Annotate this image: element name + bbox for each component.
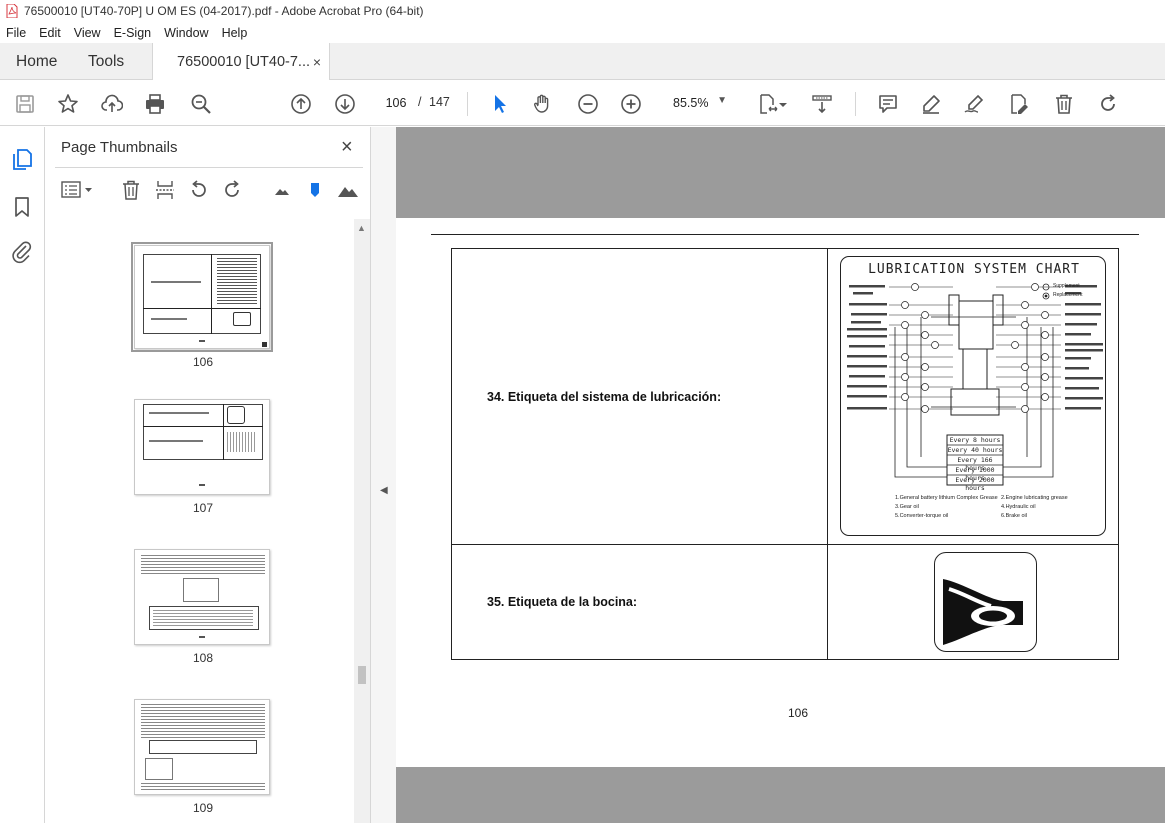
page-thumbnail[interactable] [134,399,270,495]
chevron-down-icon: ▼ [717,95,727,106]
print-icon[interactable] [143,92,167,116]
tab-close-icon[interactable]: × [313,54,321,70]
page-header-rule [431,234,1139,235]
tab-bar: Home Tools 76500010 [UT40-7... × [0,43,1165,81]
sign-fill-icon[interactable] [962,92,986,116]
legend-replacement: Replacement [1053,292,1083,298]
zoom-search-icon[interactable] [189,92,213,116]
menu-bar: File Edit View E-Sign Window Help [0,22,1165,43]
zoom-out-icon[interactable] [576,92,600,116]
tab-document[interactable]: 76500010 [UT40-7... × [152,43,330,81]
rotate-icon[interactable] [1096,92,1120,116]
window-title: 76500010 [UT40-70P] U OM ES (04-2017).pd… [24,4,424,18]
delete-pages-trash-icon[interactable] [120,179,142,201]
page-thumbnail[interactable] [134,699,270,795]
scrollbar-thumb[interactable] [358,666,366,684]
hand-tool-icon[interactable] [531,92,555,116]
panel-splitter[interactable]: ◀ [371,127,396,823]
zoom-in-icon[interactable] [619,92,643,116]
table-divider [827,249,828,659]
legend-supplement: Supplement [1053,283,1080,289]
thumbnail-page-label: 108 [192,651,214,665]
rotate-clockwise-icon[interactable] [221,179,243,201]
interval-row: Every 40 hours [947,446,1003,454]
collapse-panel-arrow-icon[interactable]: ◀ [380,485,388,496]
page-thumbnails-icon[interactable] [10,147,34,171]
acrobat-pdf-icon [6,3,18,19]
zoom-level-value: 85.5% [673,96,709,110]
star-bookmark-icon[interactable] [56,92,80,116]
next-page-icon[interactable] [333,92,357,116]
interval-row: Every 8 hours [949,436,1001,444]
toolbar-divider [467,92,468,116]
extract-pages-icon[interactable] [154,179,176,201]
thumbnail-size-small-icon[interactable] [271,179,293,201]
page-thumbnails-panel: Page Thumbnails × 106 107 108 109 ▲ [45,127,371,823]
attachment-paperclip-icon[interactable] [10,240,34,264]
menu-edit[interactable]: Edit [39,26,61,40]
page-separator: / [418,95,422,109]
page-number-input[interactable]: 106 [379,90,413,116]
label-table: 34. Etiqueta del sistema de lubricación:… [451,248,1119,660]
menu-view[interactable]: View [74,26,101,40]
table-row-label: 35. Etiqueta de la bocina: [487,595,638,609]
menu-file[interactable]: File [6,26,26,40]
page-number-footer: 106 [788,706,809,720]
thumbnail-page-label: 106 [192,355,214,369]
document-page: 34. Etiqueta del sistema de lubricación:… [396,218,1165,767]
scroll-mode-icon[interactable] [810,92,834,116]
lubricant-note: 1.General battery lithium Complex Grease [895,495,998,501]
select-cursor-icon[interactable] [488,92,512,116]
left-navigation-rail [0,127,45,823]
zoom-level-select[interactable]: 85.5% ▼ [663,91,735,115]
main-toolbar: 106 / 147 85.5% ▼ [0,80,1165,126]
interval-row: Every 2000 hours [955,476,995,492]
tab-document-label: 76500010 [UT40-7... [177,54,311,70]
fit-dropdown-chevron-icon[interactable] [777,92,789,116]
title-bar: 76500010 [UT40-70P] U OM ES (04-2017).pd… [0,0,1165,22]
edit-pdf-icon[interactable] [1007,92,1031,116]
page-thumbnail[interactable] [131,242,273,352]
thumbnail-size-slider-icon[interactable] [304,179,326,201]
bookmark-icon[interactable] [10,195,34,219]
thumbnail-list: 106 107 108 109 [45,219,355,823]
lubricant-note: 4.Hydraulic oil [1001,504,1036,510]
horn-icon [943,579,1023,645]
lubricant-note: 3.Gear oil [895,504,919,510]
document-viewport[interactable]: 34. Etiqueta del sistema de lubricación:… [396,127,1165,823]
panel-divider [55,167,363,168]
tab-home[interactable]: Home [16,43,57,80]
table-divider [452,544,1118,545]
panel-title: Page Thumbnails [61,139,178,156]
thumbnail-page-label: 109 [192,801,214,815]
horn-label-graphic [934,552,1037,652]
lubricant-note: 5.Converter-torque oil [895,513,949,519]
menu-esign[interactable]: E-Sign [114,26,152,40]
lubricant-note: 2.Engine lubricating grease [1001,495,1068,501]
save-icon[interactable] [13,92,37,116]
toolbar-divider [855,92,856,116]
menu-window[interactable]: Window [164,26,208,40]
panel-close-icon[interactable]: × [341,136,353,159]
rotate-counterclockwise-icon[interactable] [188,179,210,201]
lubricant-note: 6.Brake oil [1001,513,1027,519]
thumbnail-options-menu-icon[interactable] [61,179,95,201]
highlight-pen-icon[interactable] [919,92,943,116]
menu-help[interactable]: Help [222,26,248,40]
previous-page-icon[interactable] [289,92,313,116]
thumbnail-scrollbar[interactable]: ▲ [354,219,370,823]
tab-tools[interactable]: Tools [88,43,124,80]
thumbnail-size-large-icon[interactable] [337,179,359,201]
comment-icon[interactable] [876,92,900,116]
delete-trash-icon[interactable] [1052,92,1076,116]
page-thumbnail[interactable] [134,549,270,645]
table-row-label: 34. Etiqueta del sistema de lubricación: [487,390,722,404]
page-total: 147 [429,95,450,109]
cloud-upload-icon[interactable] [100,92,124,116]
thumbnail-page-label: 107 [192,501,214,515]
scroll-up-icon[interactable]: ▲ [357,223,366,233]
lubrication-system-chart: LUBRICATION SYSTEM CHART Supplement Repl… [840,256,1106,536]
